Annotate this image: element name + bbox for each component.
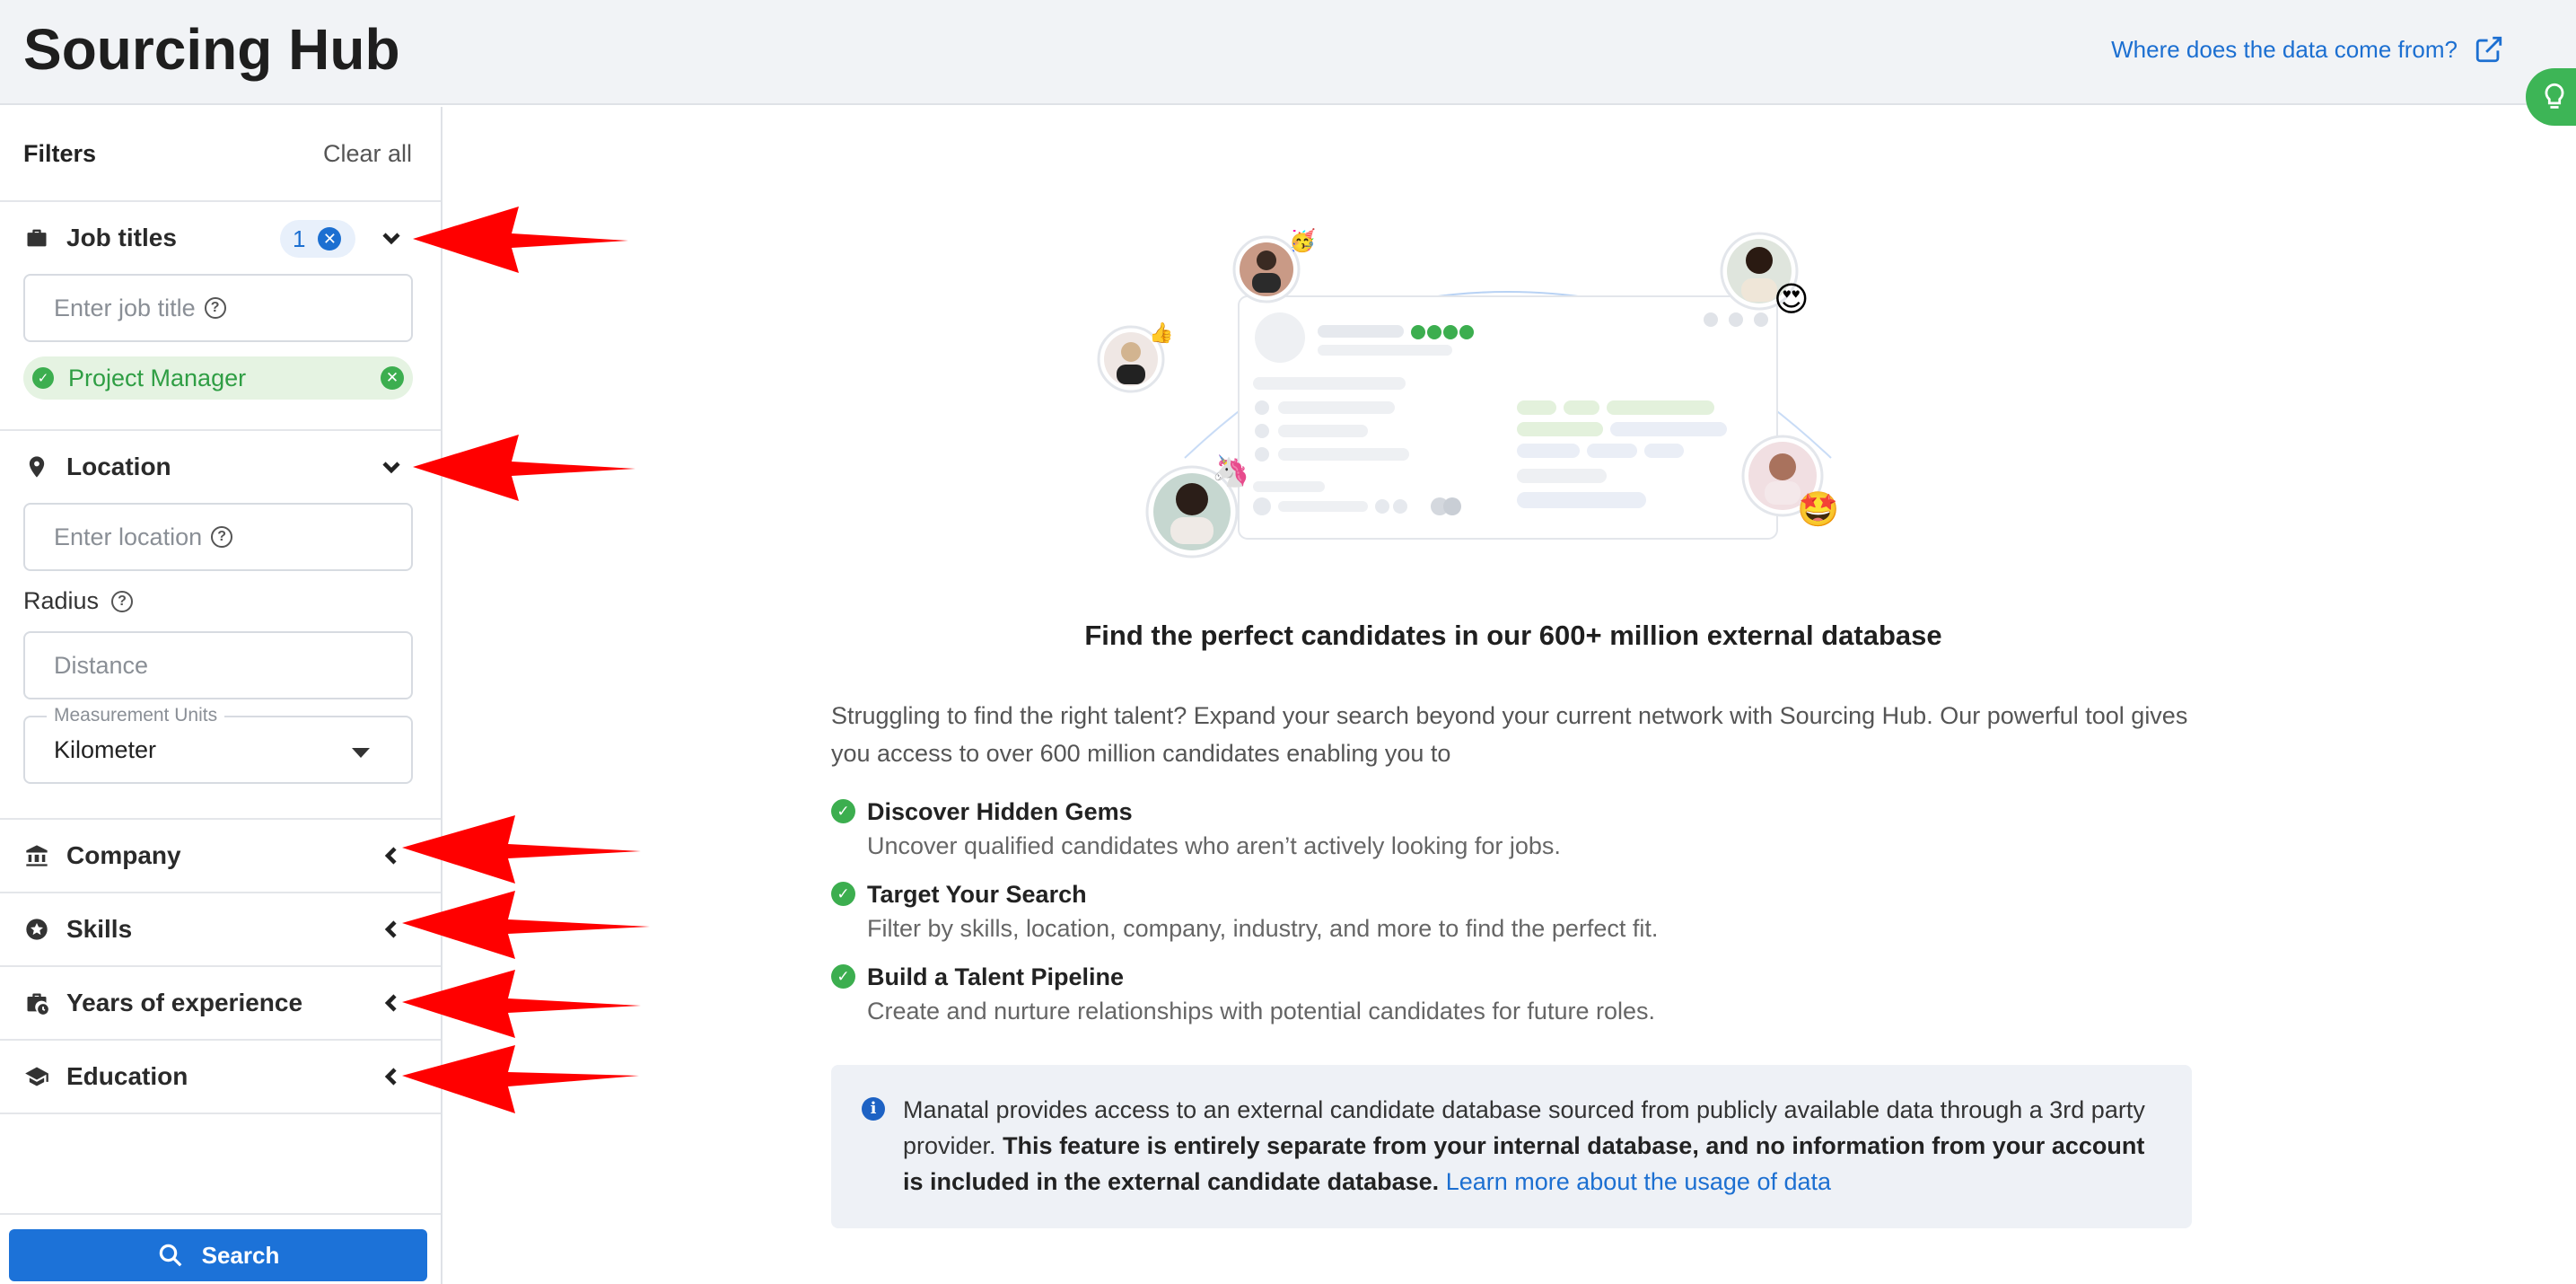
intro-paragraph: Struggling to find the right talent? Exp… (831, 702, 2188, 767)
annotation-arrow (402, 891, 650, 959)
check-circle-icon: ✓ (831, 799, 855, 823)
location-section: Location Enter location ? Radius ? Dista… (0, 431, 441, 820)
filters-sidebar: Filters Clear all Job titles 1 ✕ Enter j… (0, 107, 442, 1284)
job-title-chip: ✓ Project Manager ✕ (23, 356, 413, 400)
feature-title: Build a Talent Pipeline (867, 963, 1125, 990)
skills-header[interactable]: Skills (0, 893, 441, 965)
company-header[interactable]: Company (0, 820, 441, 892)
measurement-units-legend: Measurement Units (47, 705, 225, 726)
job-title-chip-label: Project Manager (68, 364, 247, 391)
job-title-placeholder: Enter job title (54, 294, 196, 321)
clear-all-button[interactable]: Clear all (323, 140, 412, 168)
chevron-down-icon[interactable] (377, 453, 406, 481)
feature-description: Create and nurture relationships with po… (867, 998, 1656, 1025)
info-icon: i (862, 1097, 885, 1121)
remove-chip-icon[interactable]: ✕ (381, 366, 404, 390)
company-section: Company (0, 820, 441, 893)
annotation-arrow (402, 970, 641, 1038)
features-list: ✓ Discover Hidden Gems Uncover qualified… (831, 796, 2195, 1043)
data-notice: i Manatal provides access to an external… (831, 1065, 2192, 1228)
dropdown-caret-icon (352, 748, 370, 758)
learn-more-link[interactable]: Learn more about the usage of data (1446, 1168, 1831, 1195)
svg-text:🤩: 🤩 (1797, 490, 1839, 529)
external-link-icon (2475, 36, 2502, 63)
svg-text:🥳: 🥳 (1289, 227, 1316, 253)
list-item: ✓ Discover Hidden Gems Uncover qualified… (831, 796, 2195, 864)
filters-header: Filters Clear all (0, 107, 441, 202)
map-pin-icon (23, 453, 50, 480)
check-circle-icon: ✓ (32, 367, 54, 389)
annotation-arrow (402, 1045, 639, 1113)
measurement-units-select[interactable]: Measurement Units Kilometer (23, 705, 413, 784)
education-section: Education (0, 1041, 441, 1114)
page-title: Sourcing Hub (23, 17, 400, 82)
lightbulb-icon (2545, 83, 2564, 109)
job-titles-count: 1 (293, 224, 306, 252)
data-source-link-label: Where does the data come from? (2111, 35, 2458, 63)
measurement-units-value: Kilometer (54, 735, 157, 763)
job-titles-header[interactable]: Job titles 1 ✕ (0, 202, 441, 274)
feature-description: Filter by skills, location, company, ind… (867, 915, 1659, 942)
education-label: Education (66, 1062, 188, 1090)
help-icon[interactable]: ? (204, 297, 226, 319)
data-source-link[interactable]: Where does the data come from? (2111, 34, 2504, 65)
company-label: Company (66, 841, 181, 869)
list-item: ✓ Build a Talent Pipeline Create and nur… (831, 961, 2195, 1029)
annotation-arrow (402, 815, 641, 884)
filters-title: Filters (23, 139, 97, 167)
annotation-arrow (413, 435, 635, 501)
search-button[interactable]: Search (9, 1229, 427, 1281)
radius-label-text: Radius (23, 587, 100, 614)
list-item: ✓ Target Your Search Filter by skills, l… (831, 878, 2195, 946)
feature-title: Target Your Search (867, 881, 1087, 908)
experience-section: Years of experience (0, 967, 441, 1041)
location-label: Location (66, 453, 171, 480)
job-title-input[interactable]: Enter job title ? (23, 274, 413, 342)
feature-title: Discover Hidden Gems (867, 798, 1133, 825)
briefcase-clock-icon (23, 989, 50, 1016)
distance-placeholder: Distance (54, 651, 149, 679)
search-button-label: Search (201, 1241, 280, 1269)
location-input[interactable]: Enter location ? (23, 503, 413, 571)
bank-icon (23, 842, 50, 869)
clear-job-titles-icon[interactable]: ✕ (318, 227, 342, 251)
check-circle-icon: ✓ (831, 964, 855, 989)
check-circle-icon: ✓ (831, 882, 855, 906)
svg-text:👍: 👍 (1149, 321, 1173, 344)
svg-text:🦄: 🦄 (1212, 453, 1249, 488)
star-badge-icon (23, 916, 50, 943)
distance-input[interactable]: Distance (23, 631, 413, 699)
help-icon[interactable]: ? (111, 590, 134, 612)
education-header[interactable]: Education (0, 1041, 441, 1113)
location-header[interactable]: Location (0, 431, 441, 503)
search-icon (159, 1244, 182, 1267)
main-headline: Find the perfect candidates in our 600+ … (1084, 620, 1942, 651)
svg-text:😍: 😍 (1774, 281, 1809, 319)
location-placeholder: Enter location (54, 523, 203, 550)
job-titles-label: Job titles (66, 224, 177, 251)
job-titles-section: Job titles 1 ✕ Enter job title ? ✓ Proje… (0, 202, 441, 431)
skills-label: Skills (66, 915, 133, 943)
help-icon[interactable]: ? (211, 526, 233, 548)
top-header: Sourcing Hub Where does the data come fr… (0, 0, 2576, 105)
chevron-down-icon[interactable] (377, 224, 406, 252)
graduation-cap-icon (23, 1063, 50, 1090)
experience-label: Years of experience (66, 989, 303, 1016)
briefcase-icon (23, 224, 50, 251)
tips-button[interactable] (2526, 68, 2576, 126)
experience-header[interactable]: Years of experience (0, 967, 441, 1039)
skills-section: Skills (0, 893, 441, 967)
feature-description: Uncover qualified candidates who aren’t … (867, 832, 1561, 859)
radius-label: Radius ? (23, 587, 441, 615)
hero-illustration: 🥳 👍 🦄 😍 🤩 (1097, 227, 1839, 558)
job-titles-count-badge: 1 ✕ (280, 220, 355, 258)
annotation-arrow (413, 207, 628, 273)
